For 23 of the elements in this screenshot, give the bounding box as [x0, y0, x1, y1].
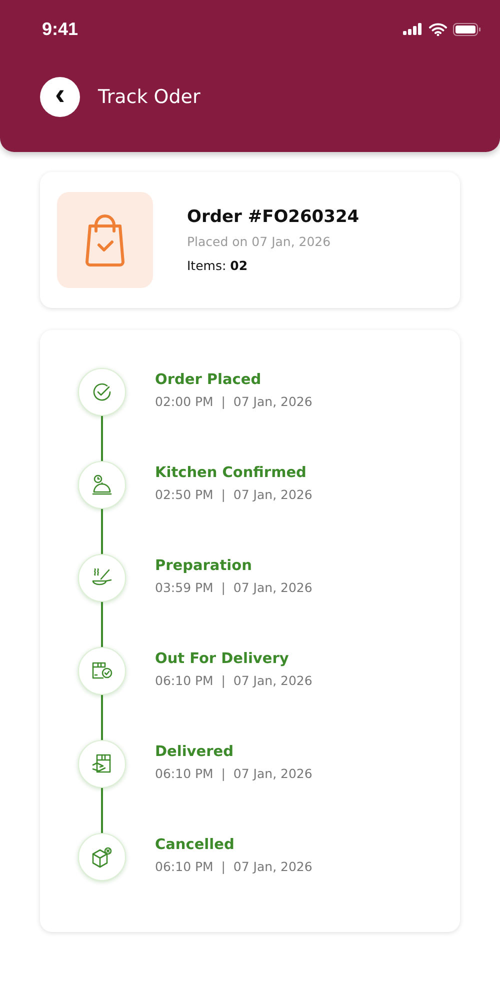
status-time: 9:41 [42, 18, 78, 40]
page-title: Track Oder [98, 86, 200, 108]
step-time: 06:10 PM | 07 Jan, 2026 [155, 766, 312, 781]
order-number: Order #FO260324 [187, 207, 360, 227]
step-time: 06:10 PM | 07 Jan, 2026 [155, 859, 312, 874]
step-title: Delivered [155, 744, 234, 760]
step-title: Preparation [155, 558, 253, 574]
placed-date: Placed on 07 Jan, 2026 [187, 234, 332, 249]
step-title: Order Placed [155, 372, 262, 388]
step-time: 02:00 PM | 07 Jan, 2026 [155, 394, 312, 409]
step-title: Out For Delivery [155, 651, 290, 667]
signal-icon [403, 23, 423, 35]
wifi-icon [429, 22, 447, 36]
step-time: 03:59 PM | 07 Jan, 2026 [155, 580, 312, 595]
step-title: Cancelled [155, 837, 236, 853]
back-button[interactable]: ‹ [40, 77, 80, 117]
items-count: 02 [230, 258, 248, 273]
bag-check-icon [57, 192, 153, 288]
step-title: Kitchen Confirmed [155, 465, 308, 481]
battery-icon [453, 22, 481, 36]
step-time: 02:50 PM | 07 Jan, 2026 [155, 487, 312, 502]
step-time: 06:10 PM | 07 Jan, 2026 [155, 673, 312, 688]
items-label: Items: [187, 258, 226, 273]
